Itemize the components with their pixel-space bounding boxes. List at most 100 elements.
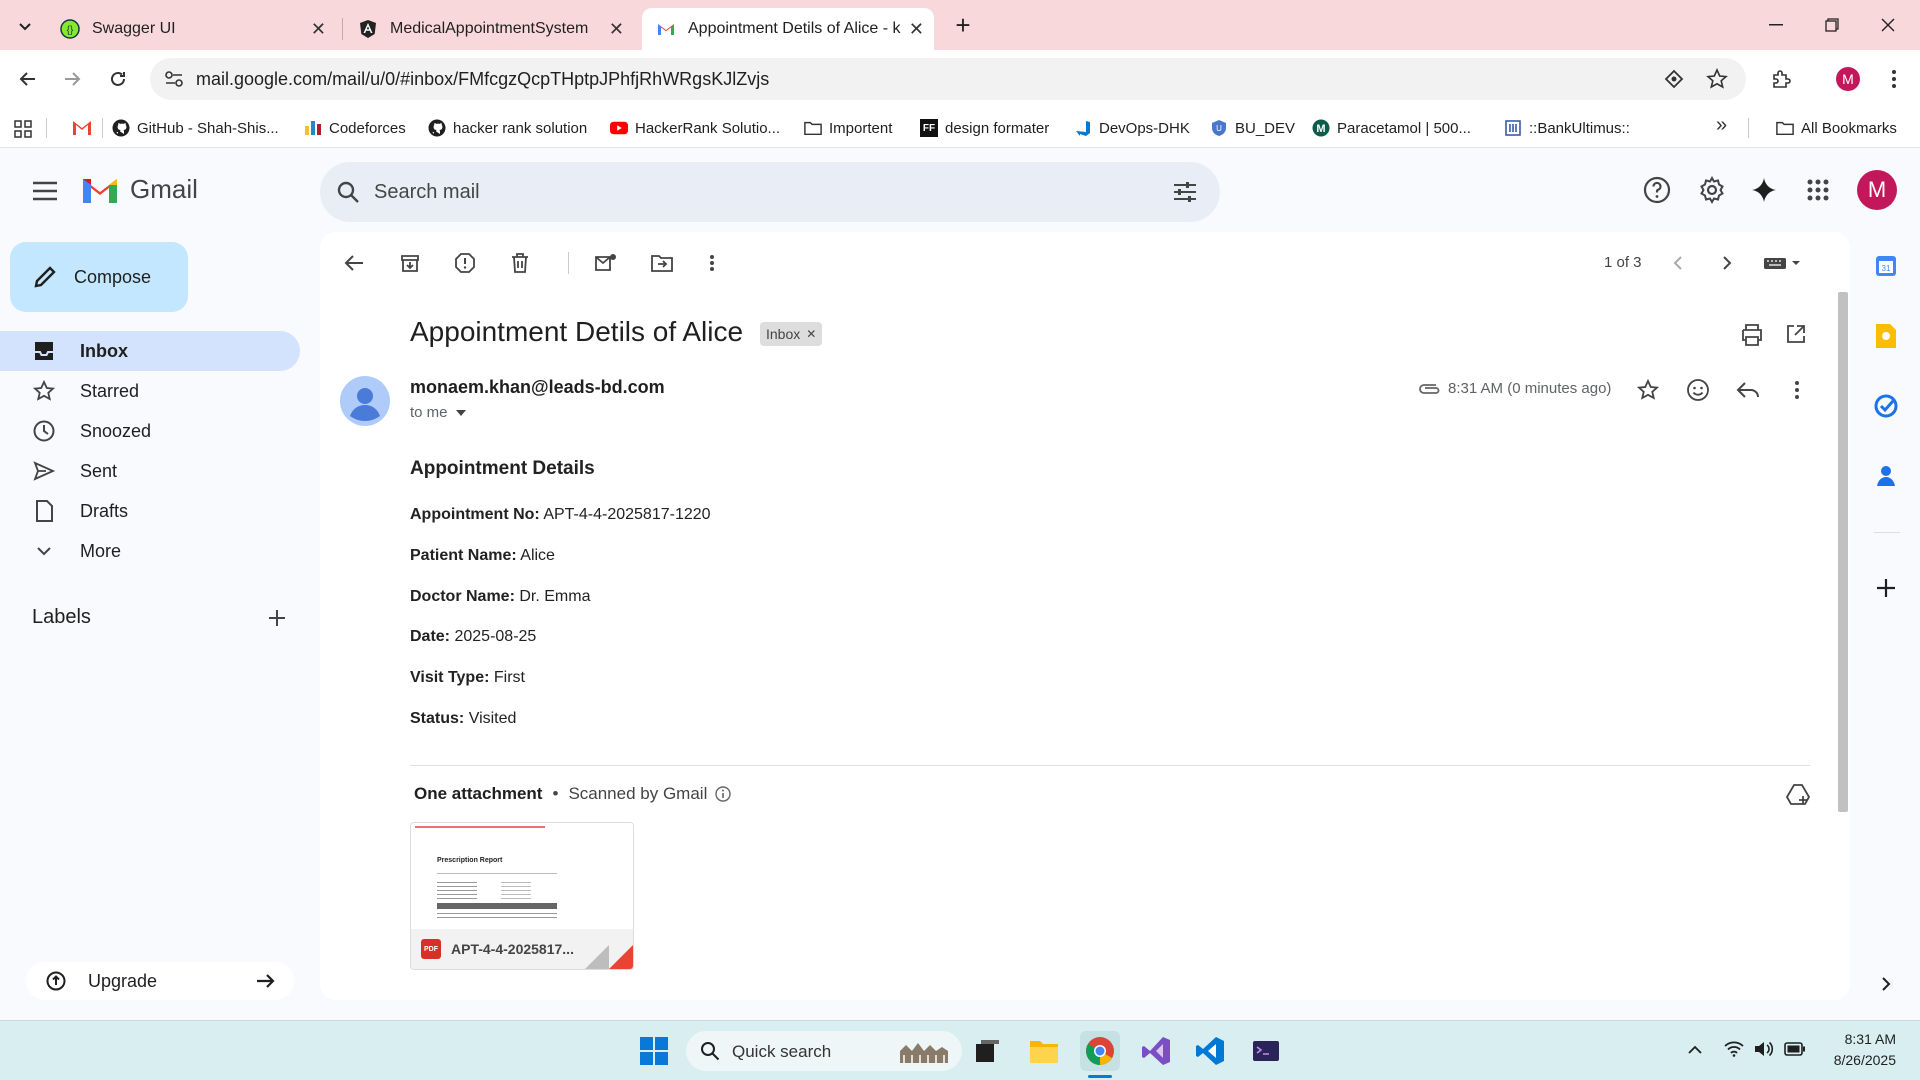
browser-tab-gmail[interactable]: Appointment Detils of Alice - k ✕ (642, 8, 934, 50)
upgrade-button[interactable]: Upgrade (26, 962, 294, 1000)
recipient-details-toggle[interactable]: to me (410, 404, 466, 421)
print-icon[interactable] (1741, 324, 1763, 346)
settings-gear-icon[interactable] (1698, 176, 1726, 204)
chevron-up-icon[interactable] (1688, 1045, 1702, 1055)
newer-button[interactable] (1664, 249, 1692, 277)
vscode-button[interactable] (1190, 1031, 1230, 1071)
close-tab-icon[interactable]: ✕ (909, 19, 924, 40)
scrollbar-thumb[interactable] (1838, 292, 1848, 812)
browser-menu-button[interactable] (1878, 63, 1910, 95)
info-icon[interactable] (715, 786, 732, 802)
all-bookmarks-button[interactable]: All Bookmarks (1776, 116, 1897, 140)
add-label-icon[interactable] (268, 609, 286, 627)
close-window-button[interactable] (1868, 10, 1908, 40)
more-bookmarks-chevron-icon[interactable]: » (1716, 114, 1727, 137)
search-input[interactable]: Search mail (374, 181, 480, 204)
bookmark-bu-dev[interactable]: U BU_DEV (1210, 116, 1295, 140)
extensions-button[interactable] (1766, 63, 1798, 95)
expand-side-panel-button[interactable] (1870, 968, 1902, 1000)
sidebar-item-more[interactable]: More (0, 531, 300, 571)
kebab-menu-icon[interactable] (1794, 380, 1800, 400)
visual-studio-button[interactable] (1136, 1031, 1176, 1071)
search-bar[interactable]: Search mail (320, 162, 1220, 222)
gmail-logo[interactable]: Gmail (80, 174, 198, 205)
tab-search-button[interactable] (12, 14, 38, 40)
reload-button[interactable] (102, 63, 134, 95)
sender-avatar[interactable] (340, 376, 390, 426)
bookmark-folder-importent[interactable]: Importent (804, 116, 892, 140)
bookmark-bankultimus[interactable]: ::BankUltimus:: (1504, 116, 1630, 140)
bookmark-codeforces[interactable]: Codeforces (304, 116, 406, 140)
battery-icon[interactable] (1784, 1042, 1806, 1056)
main-menu-button[interactable] (28, 176, 62, 206)
minimize-button[interactable] (1756, 10, 1796, 40)
sidebar-item-drafts[interactable]: Drafts (0, 491, 300, 531)
sidebar-item-sent[interactable]: Sent (0, 451, 300, 491)
chevron-down-icon (19, 23, 31, 31)
contacts-app-button[interactable] (1870, 460, 1902, 492)
more-actions-button[interactable] (698, 249, 726, 277)
sidebar-item-inbox[interactable]: Inbox (0, 331, 300, 371)
help-icon[interactable] (1643, 176, 1671, 204)
keep-app-button[interactable] (1870, 320, 1902, 352)
reply-icon[interactable] (1736, 380, 1760, 400)
volume-icon[interactable] (1754, 1041, 1774, 1057)
account-avatar[interactable]: M (1857, 170, 1897, 210)
add-to-drive-icon[interactable] (1786, 784, 1810, 806)
remove-label-icon[interactable]: ✕ (806, 327, 816, 341)
report-spam-button[interactable] (451, 249, 479, 277)
new-tab-button[interactable]: + (950, 12, 976, 38)
bookmark-design-formater[interactable]: FF design formater (920, 116, 1049, 140)
file-explorer-button[interactable] (1024, 1031, 1064, 1071)
terminal-button[interactable] (1246, 1031, 1286, 1071)
delete-button[interactable] (506, 249, 534, 277)
apps-grid-icon[interactable] (14, 120, 32, 138)
star-icon[interactable] (1636, 378, 1660, 402)
search-options-icon[interactable] (1172, 180, 1198, 204)
sidebar-item-snoozed[interactable]: Snoozed (0, 411, 300, 451)
close-tab-icon[interactable]: ✕ (311, 19, 326, 40)
close-tab-icon[interactable]: ✕ (609, 19, 624, 40)
restore-button[interactable] (1812, 10, 1852, 40)
browser-tab-swagger[interactable]: {} Swagger UI ✕ (46, 8, 336, 50)
profile-avatar[interactable]: M (1836, 67, 1860, 91)
calendar-app-button[interactable]: 31 (1870, 250, 1902, 282)
bookmark-hacker-rank-solution[interactable]: hacker rank solution (428, 116, 587, 140)
sidebar-item-starred[interactable]: Starred (0, 371, 300, 411)
bookmark-paracetamol[interactable]: M Paracetamol | 500... (1312, 116, 1471, 140)
chrome-button[interactable] (1080, 1031, 1120, 1071)
wifi-icon[interactable] (1724, 1041, 1744, 1057)
back-button[interactable] (12, 63, 44, 95)
mark-unread-button[interactable] (592, 249, 620, 277)
older-button[interactable] (1713, 249, 1741, 277)
clock-date[interactable]: 8/26/2025 (1816, 1052, 1896, 1068)
tasks-app-button[interactable] (1870, 390, 1902, 422)
bookmark-devops-dhk[interactable]: DevOps-DHK (1074, 116, 1190, 140)
lens-icon[interactable] (1664, 69, 1684, 89)
browser-tab-medical[interactable]: MedicalAppointmentSystem ✕ (344, 8, 634, 50)
back-to-inbox-button[interactable] (340, 249, 368, 277)
address-bar[interactable]: mail.google.com/mail/u/0/#inbox/FMfcgzQc… (150, 58, 1746, 100)
gemini-sparkle-icon[interactable] (1750, 176, 1778, 204)
move-to-button[interactable] (648, 249, 676, 277)
sender-email[interactable]: monaem.khan@leads-bd.com (410, 377, 665, 398)
archive-button[interactable] (396, 249, 424, 277)
bank-icon (1505, 120, 1521, 136)
google-apps-icon[interactable] (1806, 178, 1830, 202)
input-tools-button[interactable] (1762, 249, 1804, 277)
bookmark-hackerrank-youtube[interactable]: HackerRank Solutio... (610, 116, 780, 140)
search-icon[interactable] (336, 180, 360, 204)
compose-button[interactable]: Compose (10, 242, 188, 312)
get-addons-button[interactable] (1870, 572, 1902, 604)
task-view-button[interactable] (968, 1031, 1008, 1071)
clock-time[interactable]: 8:31 AM (1826, 1031, 1896, 1047)
taskbar-search[interactable]: Quick search (686, 1031, 962, 1071)
emoji-react-icon[interactable] (1686, 378, 1710, 402)
open-in-new-window-icon[interactable] (1786, 324, 1806, 344)
gmail-icon[interactable] (72, 120, 92, 136)
bookmark-star-icon[interactable] (1706, 68, 1728, 90)
forward-button[interactable] (56, 63, 88, 95)
attachment-card[interactable]: Prescription Report PDF APT-4-4-2025817.… (410, 822, 634, 970)
bookmark-github[interactable]: GitHub - Shah-Shis... (112, 116, 279, 140)
start-button[interactable] (634, 1031, 674, 1071)
